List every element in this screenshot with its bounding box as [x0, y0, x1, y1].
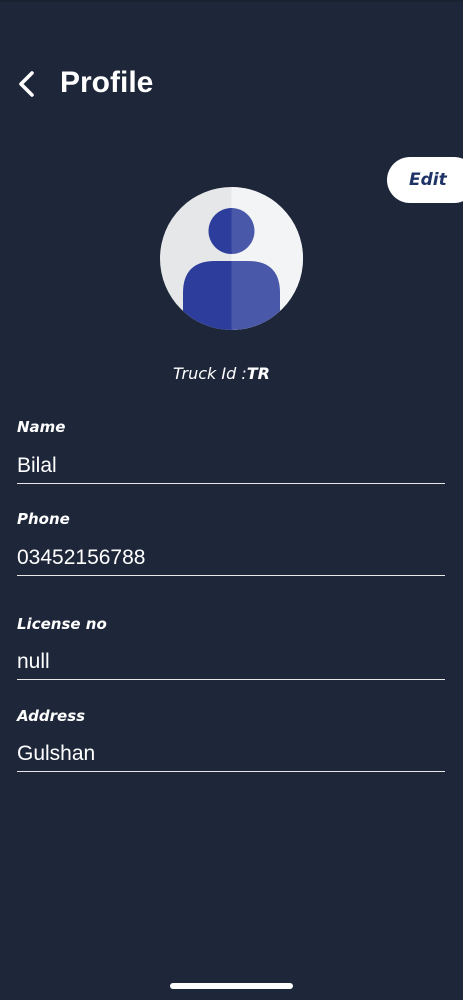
name-field[interactable]	[17, 448, 445, 484]
person-avatar-icon	[160, 187, 303, 330]
truck-id-label: Truck Id :	[173, 364, 247, 383]
home-indicator[interactable]	[170, 983, 293, 989]
address-field[interactable]	[17, 736, 445, 772]
avatar[interactable]	[160, 187, 303, 330]
status-bar	[0, 0, 463, 2]
chevron-left-icon	[19, 71, 34, 97]
back-button[interactable]	[14, 70, 40, 98]
license-field[interactable]	[17, 644, 445, 680]
truck-id: Truck Id :TR	[0, 362, 443, 386]
address-label: Address	[17, 707, 86, 725]
phone-label: Phone	[17, 510, 70, 528]
edit-button[interactable]: Edit	[387, 157, 463, 203]
page-title: Profile	[60, 66, 154, 99]
name-label: Name	[17, 418, 66, 436]
truck-id-value: TR	[246, 364, 270, 383]
phone-field[interactable]	[17, 540, 445, 576]
license-label: License no	[17, 615, 107, 633]
